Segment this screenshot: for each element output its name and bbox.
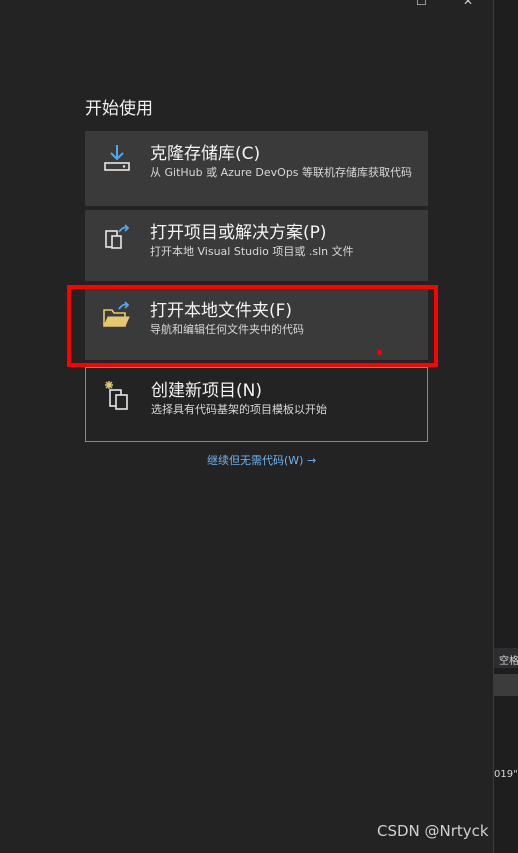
create-new-project-description: 选择具有代码基架的项目模板以开始 (151, 403, 327, 416)
open-project-icon (105, 224, 130, 249)
clone-download-icon (104, 145, 130, 171)
red-highlight-box (67, 285, 438, 367)
red-dot-marker (377, 350, 382, 355)
open-project-button[interactable]: 打开项目或解决方案(P) 打开本地 Visual Studio 项目或 .sln… (85, 210, 428, 281)
restore-window-icon[interactable]: ☐ (416, 0, 427, 8)
get-started-heading: 开始使用 (85, 99, 153, 119)
open-project-description: 打开本地 Visual Studio 项目或 .sln 文件 (150, 245, 354, 258)
watermark: CSDN @Nrtyck (377, 822, 489, 840)
create-new-project-title: 创建新项目(N) (151, 381, 262, 401)
create-new-project-button[interactable]: 创建新项目(N) 选择具有代码基架的项目模板以开始 (85, 367, 428, 442)
open-project-title: 打开项目或解决方案(P) (150, 223, 327, 243)
strip-tab-block (494, 674, 518, 696)
new-project-icon (105, 381, 128, 410)
close-window-icon[interactable]: ✕ (463, 0, 473, 8)
start-window: ☐ ✕ 开始使用 克隆存储库(C) 从 GitHub 或 Azure DevOp… (0, 0, 493, 853)
strip-label-bottom: 019" (494, 769, 518, 780)
clone-repository-title: 克隆存储库(C) (150, 144, 261, 164)
strip-label-top: 空格 (499, 656, 518, 667)
background-editor-strip (493, 0, 518, 853)
clone-repository-description: 从 GitHub 或 Azure DevOps 等联机存储库获取代码 (150, 166, 413, 179)
clone-repository-button[interactable]: 克隆存储库(C) 从 GitHub 或 Azure DevOps 等联机存储库获… (85, 131, 428, 206)
continue-without-code-link[interactable]: 继续但无需代码(W) → (207, 452, 316, 468)
